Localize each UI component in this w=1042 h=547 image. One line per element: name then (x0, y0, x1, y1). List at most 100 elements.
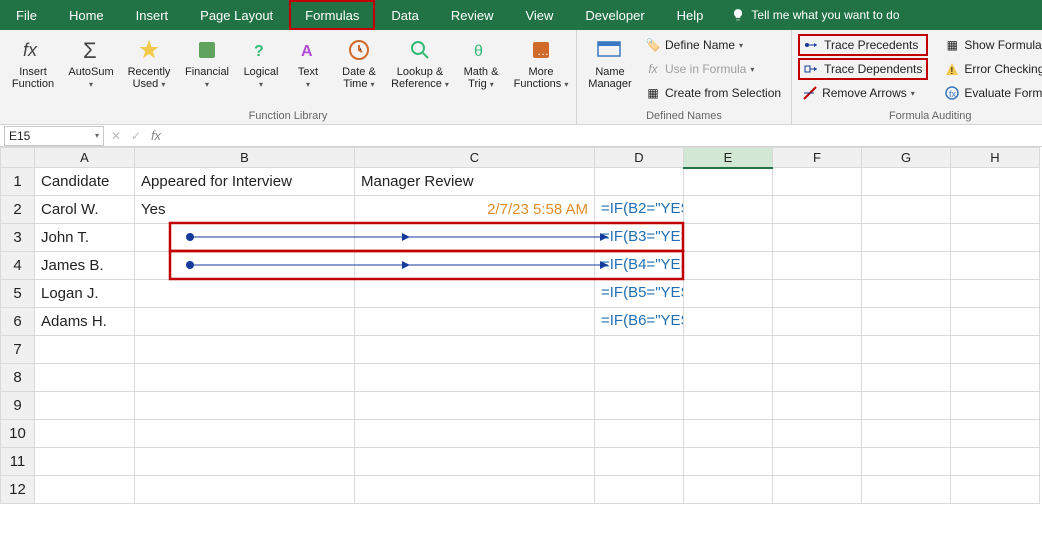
enter-formula-icon[interactable]: ✓ (126, 129, 146, 143)
cell[interactable] (135, 224, 355, 252)
cell[interactable] (135, 252, 355, 280)
tab-insert[interactable]: Insert (120, 0, 185, 30)
date-time-button[interactable]: Date &Time ▾ (332, 34, 386, 90)
col-header-A[interactable]: A (35, 148, 135, 168)
row-header[interactable]: 6 (1, 308, 35, 336)
formula-input[interactable] (166, 126, 1042, 146)
more-functions-button[interactable]: … MoreFunctions ▾ (512, 34, 570, 90)
row-header[interactable]: 11 (1, 448, 35, 476)
cell[interactable] (773, 168, 862, 196)
text-button[interactable]: A Text▾ (288, 34, 328, 90)
cell[interactable] (684, 224, 773, 252)
tab-home[interactable]: Home (53, 0, 120, 30)
recently-used-button[interactable]: RecentlyUsed ▾ (122, 34, 176, 90)
cell[interactable] (951, 308, 1040, 336)
cell[interactable] (773, 196, 862, 224)
cell[interactable] (862, 280, 951, 308)
remove-arrows-button[interactable]: Remove Arrows ▾ (798, 82, 928, 104)
error-checking-button[interactable]: !Error Checking ▾ (940, 58, 1042, 80)
cell[interactable] (862, 168, 951, 196)
tell-me-search[interactable]: Tell me what you want to do (719, 8, 911, 22)
cell[interactable]: Adams H. (35, 308, 135, 336)
tab-review[interactable]: Review (435, 0, 510, 30)
cell[interactable]: John T. (35, 224, 135, 252)
cell[interactable] (951, 252, 1040, 280)
select-all-corner[interactable] (1, 148, 35, 168)
logical-button[interactable]: ? Logical▾ (238, 34, 284, 90)
cell[interactable] (135, 308, 355, 336)
cell[interactable] (951, 280, 1040, 308)
row-header[interactable]: 4 (1, 252, 35, 280)
tab-data[interactable]: Data (375, 0, 434, 30)
cell[interactable] (773, 308, 862, 336)
tab-developer[interactable]: Developer (569, 0, 660, 30)
tab-view[interactable]: View (509, 0, 569, 30)
cell[interactable]: =IF(B2="YES",IF(C2="",NOW(),C2),"") (595, 196, 684, 224)
fx-icon[interactable]: fx (146, 128, 166, 143)
trace-dependents-button[interactable]: Trace Dependents (798, 58, 928, 80)
col-header-B[interactable]: B (135, 148, 355, 168)
cell[interactable] (951, 224, 1040, 252)
cell[interactable]: James B. (35, 252, 135, 280)
cell[interactable] (951, 196, 1040, 224)
cell[interactable] (862, 224, 951, 252)
name-manager-button[interactable]: NameManager (583, 34, 637, 104)
cell[interactable] (684, 280, 773, 308)
cell[interactable] (684, 196, 773, 224)
cell[interactable] (773, 280, 862, 308)
col-header-E[interactable]: E (684, 148, 773, 168)
cell[interactable]: =IF(B4="YES",IF(C4="",NOW(),C4),"") (595, 252, 684, 280)
cell[interactable]: =IF(B5="YES",IF(C5="",NOW(),C5),"") (595, 280, 684, 308)
cell[interactable] (355, 252, 595, 280)
cell[interactable]: Logan J. (35, 280, 135, 308)
col-header-H[interactable]: H (951, 148, 1040, 168)
cell[interactable] (862, 252, 951, 280)
row-header[interactable]: 5 (1, 280, 35, 308)
cell[interactable] (595, 168, 684, 196)
tab-help[interactable]: Help (661, 0, 720, 30)
cell[interactable] (951, 168, 1040, 196)
cell[interactable]: Appeared for Interview (135, 168, 355, 196)
row-header[interactable]: 8 (1, 364, 35, 392)
cell[interactable] (355, 224, 595, 252)
cell[interactable] (684, 168, 773, 196)
row-header[interactable]: 3 (1, 224, 35, 252)
cell[interactable] (773, 224, 862, 252)
tab-page-layout[interactable]: Page Layout (184, 0, 289, 30)
trace-precedents-button[interactable]: Trace Precedents (798, 34, 928, 56)
cell[interactable]: =IF(B6="YES",IF(C6="",NOW(),C6),"") (595, 308, 684, 336)
col-header-D[interactable]: D (595, 148, 684, 168)
col-header-C[interactable]: C (355, 148, 595, 168)
cancel-formula-icon[interactable]: ✕ (106, 129, 126, 143)
math-trig-button[interactable]: θ Math &Trig ▾ (454, 34, 508, 90)
cell[interactable]: 2/7/23 5:58 AM (355, 196, 595, 224)
cell[interactable] (862, 308, 951, 336)
insert-function-button[interactable]: fx InsertFunction (6, 34, 60, 90)
row-header[interactable]: 7 (1, 336, 35, 364)
autosum-button[interactable]: Σ AutoSum▾ (64, 34, 118, 90)
create-from-selection-button[interactable]: ▦Create from Selection (641, 82, 785, 104)
cell[interactable]: Yes (135, 196, 355, 224)
row-header[interactable]: 1 (1, 168, 35, 196)
row-header[interactable]: 9 (1, 392, 35, 420)
cell[interactable] (773, 252, 862, 280)
evaluate-formula-button[interactable]: fxEvaluate Formula (940, 82, 1042, 104)
define-name-button[interactable]: 🏷️Define Name ▾ (641, 34, 785, 56)
cell[interactable]: Candidate (35, 168, 135, 196)
cell[interactable] (355, 308, 595, 336)
cell[interactable]: Manager Review (355, 168, 595, 196)
financial-button[interactable]: Financial▾ (180, 34, 234, 90)
cell[interactable]: =IF(B3="YES",IF(C3="",NOW(),C3),"") (595, 224, 684, 252)
cell[interactable] (684, 252, 773, 280)
cell[interactable] (684, 308, 773, 336)
col-header-G[interactable]: G (862, 148, 951, 168)
cell[interactable] (135, 280, 355, 308)
cell[interactable]: Carol W. (35, 196, 135, 224)
tab-formulas[interactable]: Formulas (289, 0, 375, 30)
lookup-reference-button[interactable]: Lookup &Reference ▾ (390, 34, 450, 90)
row-header[interactable]: 2 (1, 196, 35, 224)
tab-file[interactable]: File (0, 0, 53, 30)
row-header[interactable]: 12 (1, 476, 35, 504)
col-header-F[interactable]: F (773, 148, 862, 168)
cell[interactable] (862, 196, 951, 224)
